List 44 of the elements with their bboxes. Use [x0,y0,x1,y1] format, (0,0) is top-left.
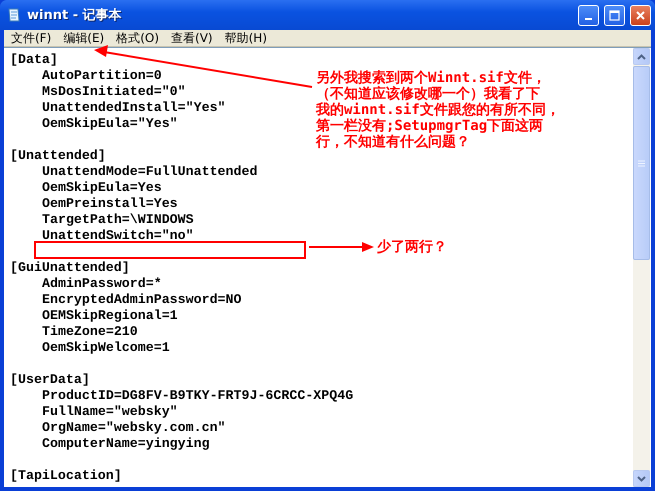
menu-item[interactable]: 文件(F) [6,30,58,46]
entry-line: UnattendedInstall="Yes" [42,100,226,115]
scroll-thumb[interactable] [633,66,650,260]
annotation-label: 少了两行？ [377,238,447,256]
menu-item[interactable]: 格式(O) [111,30,166,46]
section-line: [GuiUnattended] [10,260,131,276]
entry-line: OemSkipEula=Yes [42,180,162,195]
entry-line: TimeZone=210 [42,324,138,339]
section-line: [TapiLocation] [10,468,123,484]
entry-line: ProductID=DG8FV-B9TKY-FRT9J-6CRCC-XPQ4G [42,388,354,403]
menu-item[interactable]: 编辑(E) [58,30,112,46]
section-line: [Data] [10,52,59,68]
section-line: [Unattended] [10,148,107,164]
entry-line: AutoPartition=0 [42,68,162,83]
notepad-icon [6,7,22,23]
entry-line: TargetPath=\WINDOWS [42,212,194,227]
entry-line: UnattendSwitch="no" [42,228,194,243]
maximize-icon [609,10,620,20]
chevron-down-icon [637,476,646,482]
arrow [309,242,374,252]
entry-line: OemSkipEula="Yes" [42,116,178,131]
entry-line: EncryptedAdminPassword=NO [42,292,242,307]
menu-item[interactable]: 帮助(H) [220,30,274,46]
entry-line: UnattendMode=FullUnattended [42,164,258,179]
menu-item[interactable]: 查看(V) [166,30,220,46]
window-title: winnt - 记事本 [27,7,123,24]
close-button[interactable] [630,4,651,26]
minimize-button[interactable] [578,4,599,26]
entry-line: MsDosInitiated="0" [42,84,186,99]
maximize-button[interactable] [604,4,625,26]
entry-line: OEMSkipRegional=1 [42,308,178,323]
entry-line: ComputerName=yingying [42,436,210,451]
entry-line: OemPreinstall=Yes [42,196,178,211]
section-line: [UserData] [10,372,91,388]
annotation-note: 另外我搜索到两个Winnt.sif文件， （不知道应该修改哪一个）我看了下 我的winnt.sif文件跟您的有所不同， 第一栏没有;SetupmgrTag下面这两 行，不知道有什么问题？ [316,70,560,150]
minimize-icon [585,18,592,20]
entry-line: FullName="websky" [42,404,178,419]
entry-line: OrgName="websky.com.cn" [42,420,226,435]
entry-line: OemSkipWelcome=1 [42,340,170,355]
scroll-up-button[interactable] [633,48,650,65]
close-icon [635,10,646,20]
chevron-up-icon [637,54,646,60]
entry-line: AdminPassword=* [42,276,162,291]
scroll-down-button[interactable] [633,470,650,487]
